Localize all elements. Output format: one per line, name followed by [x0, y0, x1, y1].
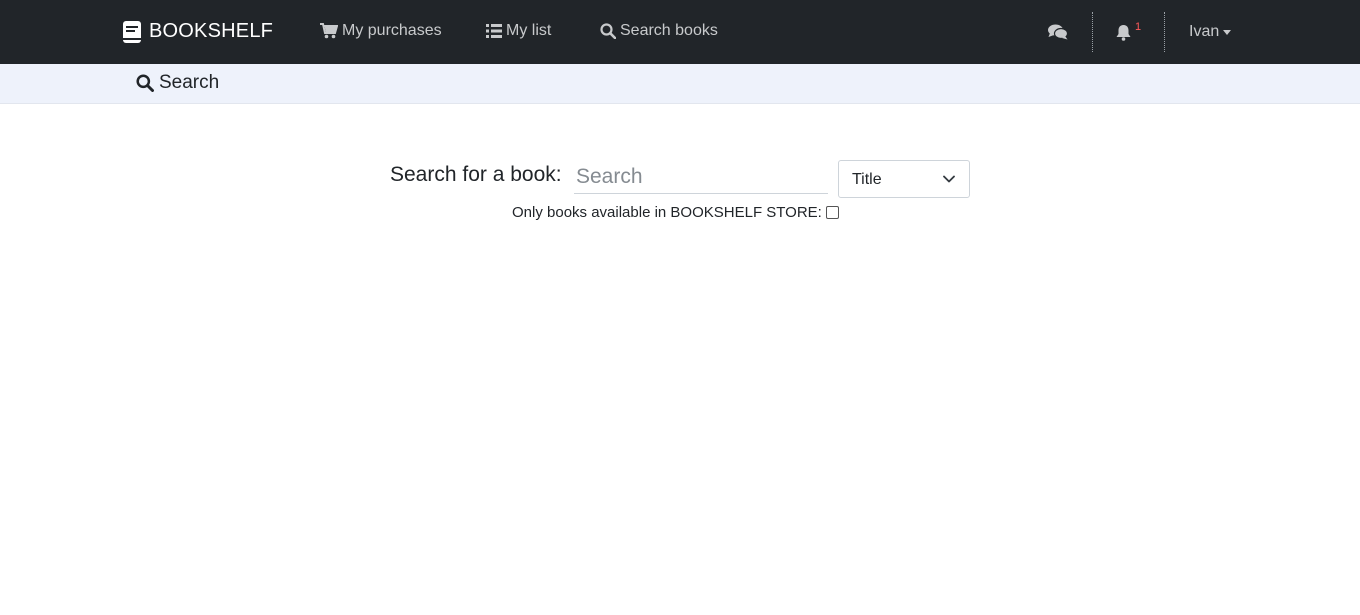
notification-count-badge: 1 [1135, 21, 1142, 33]
book-icon [123, 20, 141, 43]
shopping-cart-icon [320, 23, 338, 39]
search-input[interactable] [574, 160, 828, 194]
store-filter-checkbox[interactable] [825, 206, 839, 219]
list-icon [486, 24, 502, 38]
caret-down-icon [1223, 29, 1232, 35]
store-filter-row: Only books available in BOOKSHELF STORE: [512, 204, 839, 221]
bell-icon[interactable] [1116, 24, 1131, 41]
page-header-bar: Search [0, 64, 1360, 104]
nav-my-list[interactable]: My list [486, 22, 551, 40]
search-field-selected-value: Title [852, 171, 882, 188]
user-menu-dropdown[interactable]: Ivan [1189, 23, 1232, 41]
chevron-down-icon [943, 175, 955, 183]
top-navbar: BOOKSHELF My purchases My list Search bo… [0, 0, 1360, 64]
search-icon [136, 74, 154, 92]
page-title-text: Search [159, 72, 220, 93]
brand-name: BOOKSHELF [149, 20, 274, 42]
nav-my-list-label: My list [506, 22, 552, 39]
nav-my-purchases-label: My purchases [342, 22, 442, 39]
nav-search-books-label: Search books [620, 22, 718, 39]
store-filter-label: Only books available in BOOKSHELF STORE: [512, 204, 822, 221]
search-label: Search for a book: [390, 163, 562, 186]
search-icon [600, 23, 616, 39]
brand-link[interactable]: BOOKSHELF [123, 20, 273, 43]
comments-icon[interactable] [1048, 24, 1068, 40]
navbar-divider [1092, 12, 1093, 52]
page-title: Search [136, 72, 219, 94]
nav-search-books[interactable]: Search books [600, 22, 718, 40]
nav-my-purchases[interactable]: My purchases [320, 22, 442, 40]
user-name: Ivan [1189, 23, 1220, 40]
search-field-select[interactable]: Title [838, 160, 970, 198]
navbar-divider [1164, 12, 1165, 52]
